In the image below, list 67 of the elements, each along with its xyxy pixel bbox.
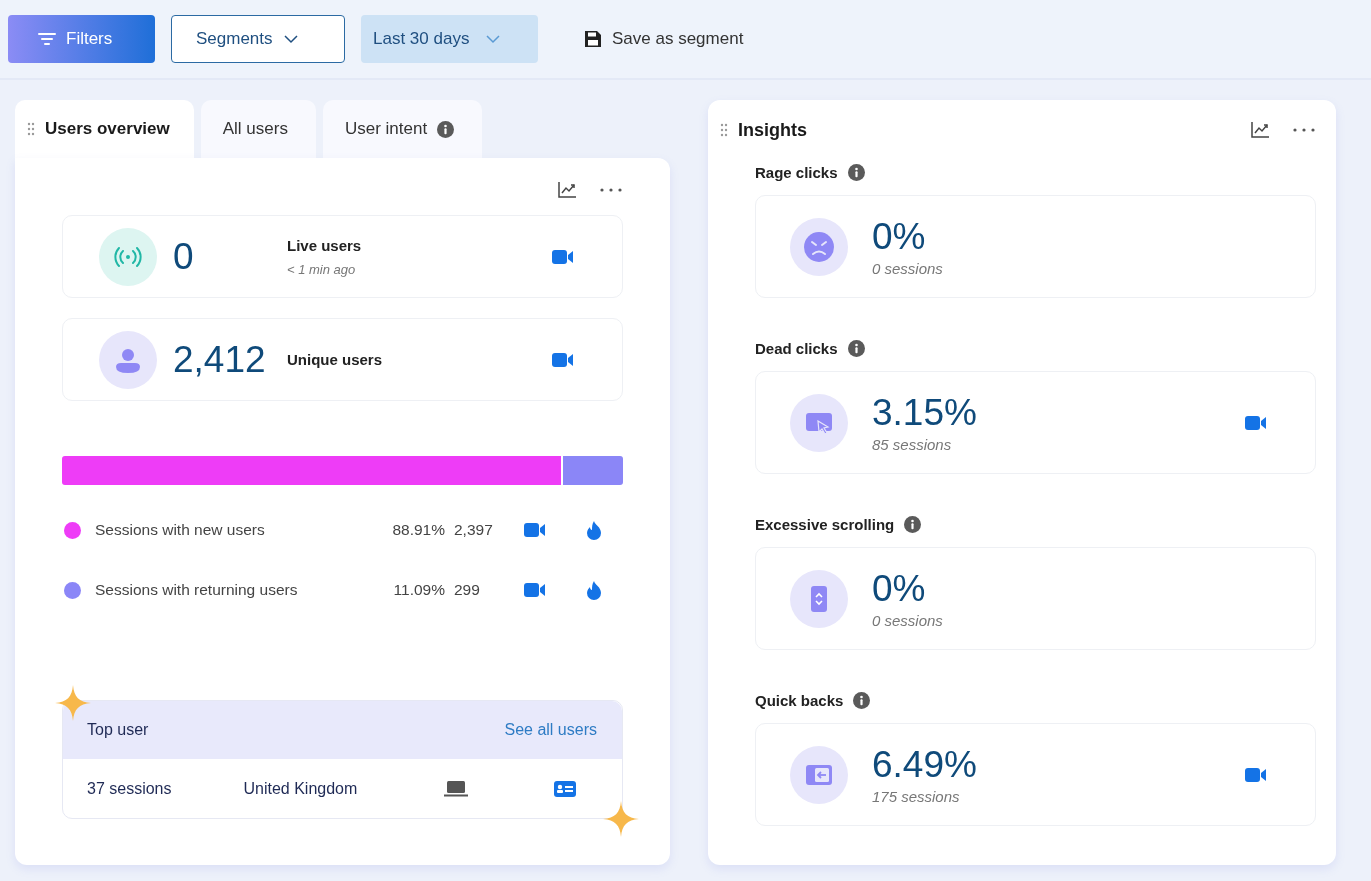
line-chart-icon[interactable] <box>1250 121 1270 139</box>
insight-value: 6.49% <box>872 744 978 786</box>
sessions-count: 37 sessions <box>87 779 172 798</box>
info-icon[interactable] <box>904 516 922 533</box>
info-icon[interactable] <box>847 164 865 181</box>
insight-value: 0% <box>872 216 927 258</box>
count-value: 299 <box>454 581 481 599</box>
stat-value: 2,412 <box>173 338 267 381</box>
save-segment-button[interactable]: Save as segment <box>554 15 768 63</box>
insight-sessions: 85 sessions <box>872 436 953 453</box>
video-camera-icon[interactable] <box>524 522 546 538</box>
chevron-down-icon <box>485 34 502 44</box>
top-user-title: Top user <box>87 721 149 739</box>
flame-icon[interactable] <box>586 520 602 540</box>
more-icon[interactable] <box>599 187 623 193</box>
angry-face-icon <box>790 217 848 276</box>
contact-card-icon[interactable] <box>553 780 576 797</box>
insight-sessions: 175 sessions <box>872 788 961 805</box>
legend-label: Sessions with returning users <box>95 581 299 599</box>
insight-sessions: 0 sessions <box>872 260 944 277</box>
info-icon[interactable] <box>853 692 871 709</box>
insight-sessions: 0 sessions <box>872 612 944 629</box>
insight-label: Quick backs <box>755 692 844 709</box>
share-value: 88.91% <box>391 521 445 539</box>
count-value: 2,397 <box>454 521 494 539</box>
signal-waves-icon <box>99 227 157 286</box>
drag-handle-icon[interactable] <box>720 123 728 137</box>
more-icon[interactable] <box>1292 127 1316 133</box>
chevron-down-icon <box>282 34 299 44</box>
stat-label: Live users <box>287 236 363 254</box>
filter-icon <box>38 32 56 46</box>
phone-scroll-icon <box>790 569 848 628</box>
info-icon[interactable] <box>437 120 455 138</box>
screen-pointer-icon <box>790 393 848 452</box>
user-icon <box>99 330 157 389</box>
video-camera-icon[interactable] <box>524 582 546 598</box>
flame-icon[interactable] <box>586 580 602 600</box>
sparkle-icon <box>55 685 91 721</box>
video-camera-icon[interactable] <box>552 351 574 368</box>
insight-value: 0% <box>872 568 927 610</box>
tab[interactable]: User intent <box>322 100 483 158</box>
legend-label: Sessions with new users <box>95 521 266 539</box>
insights-title: Insights <box>738 119 808 141</box>
insight-label: Excessive scrolling <box>755 516 895 533</box>
date-range-dropdown[interactable]: Last 30 days <box>361 15 538 63</box>
insight-value: 3.15% <box>872 392 978 434</box>
insight-label: Rage clicks <box>755 164 838 181</box>
tab[interactable]: Users overview <box>15 100 194 158</box>
laptop-icon <box>443 780 468 797</box>
line-chart-icon[interactable] <box>557 181 577 199</box>
tab[interactable]: All users <box>200 100 316 158</box>
video-camera-icon[interactable] <box>1245 414 1267 431</box>
segments-dropdown[interactable]: Segments <box>171 15 345 63</box>
info-icon[interactable] <box>847 340 865 357</box>
save-icon <box>584 30 602 48</box>
video-camera-icon[interactable] <box>1245 766 1267 783</box>
see-all-users-link[interactable]: See all users <box>504 721 597 739</box>
stat-timestamp: < 1 min ago <box>287 261 357 277</box>
sparkle-icon <box>603 801 639 837</box>
drag-handle-icon[interactable] <box>27 122 35 136</box>
stat-value: 0 <box>173 235 195 278</box>
stat-label: Unique users <box>287 351 384 368</box>
share-value: 11.09% <box>392 581 445 599</box>
country-name: United Kingdom <box>243 779 359 798</box>
insight-label: Dead clicks <box>755 340 838 357</box>
video-camera-icon[interactable] <box>552 248 574 265</box>
filters-button[interactable]: Filters <box>8 15 155 63</box>
